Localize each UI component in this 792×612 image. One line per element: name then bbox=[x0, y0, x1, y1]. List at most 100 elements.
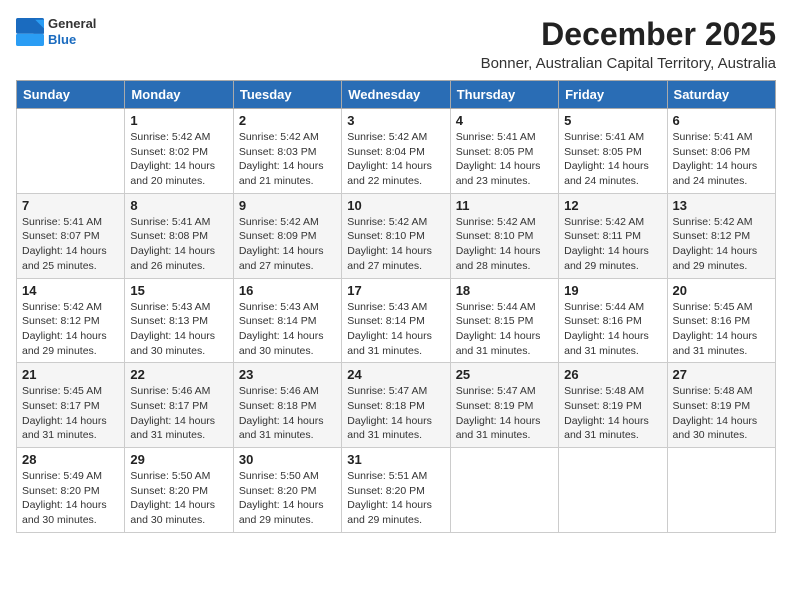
calendar-cell: 22 Sunrise: 5:46 AM Sunset: 8:17 PM Dayli… bbox=[125, 363, 233, 448]
calendar-cell: 6 Sunrise: 5:41 AM Sunset: 8:06 PM Daylig… bbox=[667, 109, 775, 194]
day-detail: Sunrise: 5:42 AM Sunset: 8:03 PM Dayligh… bbox=[239, 130, 336, 189]
calendar-cell: 28 Sunrise: 5:49 AM Sunset: 8:20 PM Dayli… bbox=[17, 448, 125, 533]
calendar-cell: 12 Sunrise: 5:42 AM Sunset: 8:11 PM Dayli… bbox=[559, 193, 667, 278]
calendar-cell: 1 Sunrise: 5:42 AM Sunset: 8:02 PM Daylig… bbox=[125, 109, 233, 194]
day-detail: Sunrise: 5:41 AM Sunset: 8:05 PM Dayligh… bbox=[456, 130, 553, 189]
day-detail: Sunrise: 5:42 AM Sunset: 8:02 PM Dayligh… bbox=[130, 130, 227, 189]
day-number: 3 bbox=[347, 113, 444, 128]
day-number: 31 bbox=[347, 452, 444, 467]
day-number: 22 bbox=[130, 367, 227, 382]
calendar-cell: 18Sunrise: 5:44 AM Sunset: 8:15 PM Dayli… bbox=[450, 278, 558, 363]
calendar-cell: 11Sunrise: 5:42 AM Sunset: 8:10 PM Dayli… bbox=[450, 193, 558, 278]
day-detail: Sunrise: 5:48 AM Sunset: 8:19 PM Dayligh… bbox=[673, 384, 770, 443]
calendar-week-row: 21 Sunrise: 5:45 AM Sunset: 8:17 PM Dayli… bbox=[17, 363, 776, 448]
day-number: 9 bbox=[239, 198, 336, 213]
calendar-cell: 13 Sunrise: 5:42 AM Sunset: 8:12 PM Dayli… bbox=[667, 193, 775, 278]
calendar-cell: 17 Sunrise: 5:43 AM Sunset: 8:14 PM Dayli… bbox=[342, 278, 450, 363]
calendar-cell: 25 Sunrise: 5:47 AM Sunset: 8:19 PM Dayli… bbox=[450, 363, 558, 448]
calendar-cell: 23Sunrise: 5:46 AM Sunset: 8:18 PM Dayli… bbox=[233, 363, 341, 448]
calendar-cell: 30 Sunrise: 5:50 AM Sunset: 8:20 PM Dayli… bbox=[233, 448, 341, 533]
day-number: 23 bbox=[239, 367, 336, 382]
logo-blue: Blue bbox=[48, 32, 76, 47]
day-detail: Sunrise: 5:45 AM Sunset: 8:17 PM Dayligh… bbox=[22, 384, 119, 443]
calendar-cell: 7 Sunrise: 5:41 AM Sunset: 8:07 PM Daylig… bbox=[17, 193, 125, 278]
calendar-cell bbox=[667, 448, 775, 533]
logo-general: General bbox=[48, 16, 96, 31]
calendar-cell: 31 Sunrise: 5:51 AM Sunset: 8:20 PM Dayli… bbox=[342, 448, 450, 533]
calendar-header-row: SundayMondayTuesdayWednesdayThursdayFrid… bbox=[17, 81, 776, 109]
day-number: 6 bbox=[673, 113, 770, 128]
calendar-day-header: Wednesday bbox=[342, 81, 450, 109]
day-detail: Sunrise: 5:50 AM Sunset: 8:20 PM Dayligh… bbox=[239, 469, 336, 528]
logo-text: General Blue bbox=[48, 16, 96, 47]
main-title: December 2025 bbox=[481, 16, 776, 53]
day-detail: Sunrise: 5:41 AM Sunset: 8:07 PM Dayligh… bbox=[22, 215, 119, 274]
day-detail: Sunrise: 5:43 AM Sunset: 8:13 PM Dayligh… bbox=[130, 300, 227, 359]
day-detail: Sunrise: 5:45 AM Sunset: 8:16 PM Dayligh… bbox=[673, 300, 770, 359]
calendar-cell: 27 Sunrise: 5:48 AM Sunset: 8:19 PM Dayli… bbox=[667, 363, 775, 448]
day-detail: Sunrise: 5:48 AM Sunset: 8:19 PM Dayligh… bbox=[564, 384, 661, 443]
title-block: December 2025 Bonner, Australian Capital… bbox=[481, 16, 776, 72]
day-detail: Sunrise: 5:42 AM Sunset: 8:12 PM Dayligh… bbox=[22, 300, 119, 359]
calendar-cell bbox=[17, 109, 125, 194]
header: General Blue December 2025 Bonner, Austr… bbox=[16, 16, 776, 72]
day-detail: Sunrise: 5:47 AM Sunset: 8:18 PM Dayligh… bbox=[347, 384, 444, 443]
day-detail: Sunrise: 5:51 AM Sunset: 8:20 PM Dayligh… bbox=[347, 469, 444, 528]
calendar-day-header: Tuesday bbox=[233, 81, 341, 109]
calendar-week-row: 14Sunrise: 5:42 AM Sunset: 8:12 PM Dayli… bbox=[17, 278, 776, 363]
calendar-day-header: Sunday bbox=[17, 81, 125, 109]
day-detail: Sunrise: 5:42 AM Sunset: 8:09 PM Dayligh… bbox=[239, 215, 336, 274]
calendar-cell: 14Sunrise: 5:42 AM Sunset: 8:12 PM Dayli… bbox=[17, 278, 125, 363]
day-detail: Sunrise: 5:41 AM Sunset: 8:05 PM Dayligh… bbox=[564, 130, 661, 189]
calendar-cell: 2 Sunrise: 5:42 AM Sunset: 8:03 PM Daylig… bbox=[233, 109, 341, 194]
day-number: 7 bbox=[22, 198, 119, 213]
day-detail: Sunrise: 5:41 AM Sunset: 8:06 PM Dayligh… bbox=[673, 130, 770, 189]
day-number: 4 bbox=[456, 113, 553, 128]
day-detail: Sunrise: 5:50 AM Sunset: 8:20 PM Dayligh… bbox=[130, 469, 227, 528]
day-number: 30 bbox=[239, 452, 336, 467]
calendar-day-header: Thursday bbox=[450, 81, 558, 109]
page-container: General Blue December 2025 Bonner, Austr… bbox=[16, 16, 776, 533]
day-number: 24 bbox=[347, 367, 444, 382]
calendar-day-header: Friday bbox=[559, 81, 667, 109]
day-number: 17 bbox=[347, 283, 444, 298]
day-number: 15 bbox=[130, 283, 227, 298]
calendar-cell: 5Sunrise: 5:41 AM Sunset: 8:05 PM Daylig… bbox=[559, 109, 667, 194]
day-detail: Sunrise: 5:47 AM Sunset: 8:19 PM Dayligh… bbox=[456, 384, 553, 443]
calendar-week-row: 7 Sunrise: 5:41 AM Sunset: 8:07 PM Daylig… bbox=[17, 193, 776, 278]
day-number: 20 bbox=[673, 283, 770, 298]
calendar-table: SundayMondayTuesdayWednesdayThursdayFrid… bbox=[16, 80, 776, 533]
day-number: 2 bbox=[239, 113, 336, 128]
calendar-week-row: 28 Sunrise: 5:49 AM Sunset: 8:20 PM Dayli… bbox=[17, 448, 776, 533]
calendar-cell: 16 Sunrise: 5:43 AM Sunset: 8:14 PM Dayli… bbox=[233, 278, 341, 363]
calendar-cell: 3 Sunrise: 5:42 AM Sunset: 8:04 PM Daylig… bbox=[342, 109, 450, 194]
day-number: 28 bbox=[22, 452, 119, 467]
subtitle: Bonner, Australian Capital Territory, Au… bbox=[481, 55, 776, 72]
day-number: 13 bbox=[673, 198, 770, 213]
calendar-cell: 19 Sunrise: 5:44 AM Sunset: 8:16 PM Dayli… bbox=[559, 278, 667, 363]
day-detail: Sunrise: 5:42 AM Sunset: 8:10 PM Dayligh… bbox=[456, 215, 553, 274]
logo-icon bbox=[16, 18, 44, 46]
day-number: 12 bbox=[564, 198, 661, 213]
day-detail: Sunrise: 5:42 AM Sunset: 8:12 PM Dayligh… bbox=[673, 215, 770, 274]
calendar-cell: 4 Sunrise: 5:41 AM Sunset: 8:05 PM Daylig… bbox=[450, 109, 558, 194]
day-number: 19 bbox=[564, 283, 661, 298]
day-detail: Sunrise: 5:49 AM Sunset: 8:20 PM Dayligh… bbox=[22, 469, 119, 528]
day-detail: Sunrise: 5:44 AM Sunset: 8:16 PM Dayligh… bbox=[564, 300, 661, 359]
day-number: 16 bbox=[239, 283, 336, 298]
calendar-cell: 26Sunrise: 5:48 AM Sunset: 8:19 PM Dayli… bbox=[559, 363, 667, 448]
day-detail: Sunrise: 5:42 AM Sunset: 8:11 PM Dayligh… bbox=[564, 215, 661, 274]
day-number: 21 bbox=[22, 367, 119, 382]
calendar-cell: 20 Sunrise: 5:45 AM Sunset: 8:16 PM Dayli… bbox=[667, 278, 775, 363]
day-detail: Sunrise: 5:43 AM Sunset: 8:14 PM Dayligh… bbox=[239, 300, 336, 359]
day-number: 1 bbox=[130, 113, 227, 128]
calendar-cell bbox=[559, 448, 667, 533]
calendar-day-header: Saturday bbox=[667, 81, 775, 109]
day-detail: Sunrise: 5:43 AM Sunset: 8:14 PM Dayligh… bbox=[347, 300, 444, 359]
day-number: 25 bbox=[456, 367, 553, 382]
day-detail: Sunrise: 5:42 AM Sunset: 8:04 PM Dayligh… bbox=[347, 130, 444, 189]
day-detail: Sunrise: 5:42 AM Sunset: 8:10 PM Dayligh… bbox=[347, 215, 444, 274]
day-number: 18 bbox=[456, 283, 553, 298]
day-number: 27 bbox=[673, 367, 770, 382]
day-detail: Sunrise: 5:46 AM Sunset: 8:17 PM Dayligh… bbox=[130, 384, 227, 443]
